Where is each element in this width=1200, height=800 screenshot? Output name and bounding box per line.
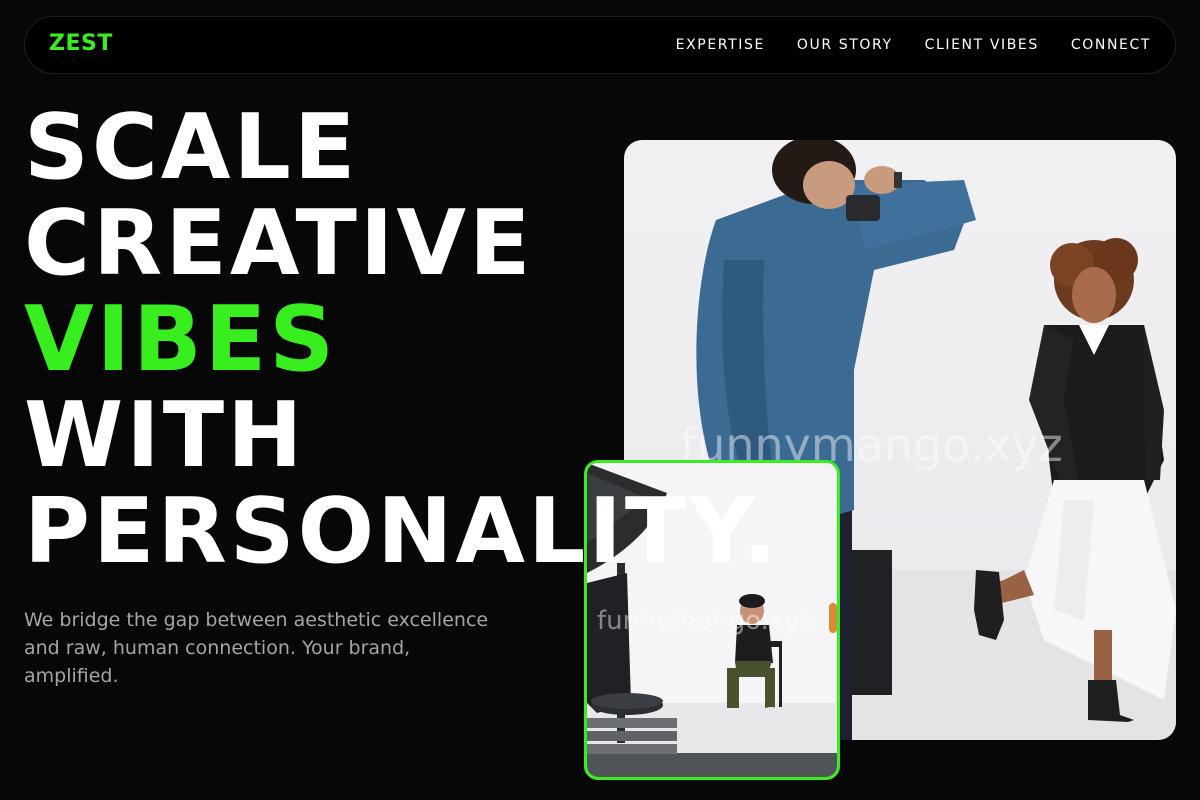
nav-link-expertise[interactable]: EXPERTISE	[676, 37, 765, 53]
brand-logo[interactable]: ZEST	[49, 31, 113, 56]
hero-subcopy: We bridge the gap between aesthetic exce…	[24, 609, 489, 687]
headline-line-1: SCALE	[24, 95, 359, 200]
hero-headline: SCALE CREATIVE VIBES WITH PERSONALITY.	[24, 100, 780, 580]
nav-link-connect[interactable]: CONNECT	[1071, 37, 1151, 53]
headline-line-4: WITH	[24, 383, 306, 488]
landing-page: ZEST EXPERTISE OUR STORY CLIENT VIBES CO…	[0, 0, 1200, 800]
nav-links: EXPERTISE OUR STORY CLIENT VIBES CONNECT	[676, 37, 1151, 53]
top-navigation: ZEST EXPERTISE OUR STORY CLIENT VIBES CO…	[24, 16, 1176, 74]
headline-line-5: PERSONALITY.	[24, 479, 780, 584]
nav-link-our-story[interactable]: OUR STORY	[797, 37, 893, 53]
headline-line-2: CREATIVE	[24, 191, 534, 296]
nav-link-client-vibes[interactable]: CLIENT VIBES	[925, 37, 1039, 53]
headline-line-3-highlight: VIBES	[24, 287, 338, 392]
